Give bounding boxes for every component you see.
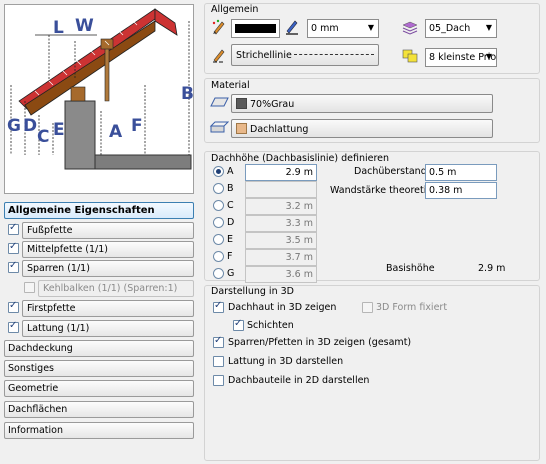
schichten-checkbox[interactable]	[233, 318, 244, 331]
form-fixiert-checkbox[interactable]	[362, 302, 373, 313]
material2-value: Dachlattung	[250, 124, 309, 135]
line-type-icon	[212, 47, 226, 66]
material-volume-icon	[209, 120, 230, 137]
height-c-field[interactable]: 3.2 m	[245, 198, 317, 215]
basishoehe-value: 2.9 m	[478, 263, 506, 274]
mittelpfette-checkbox[interactable]	[8, 241, 19, 254]
chevron-down-icon: ▼	[485, 23, 493, 32]
diagram-letter-c: C	[37, 127, 49, 147]
diagram-letter-b: B	[181, 84, 193, 104]
sonstiges-button[interactable]: Sonstiges	[4, 360, 194, 377]
wandstaerke-field[interactable]: 0.38 m	[425, 182, 497, 199]
radio-f[interactable]	[213, 251, 224, 262]
lattung-3d-label: Lattung in 3D darstellen	[228, 356, 344, 367]
height-e-field[interactable]: 3.5 m	[245, 232, 317, 249]
sparren-checkbox[interactable]	[8, 260, 19, 273]
basishoehe-label: Basishöhe	[386, 263, 435, 274]
dachbauteile-2d-checkbox[interactable]	[213, 375, 224, 386]
height-d-field[interactable]: 3.3 m	[245, 215, 317, 232]
diagram-letter-w: W	[75, 16, 94, 36]
material2-button[interactable]: Dachlattung	[231, 119, 493, 138]
ueberstand-field[interactable]: 0.5 m	[425, 164, 497, 181]
dachbauteile-2d-label: Dachbauteile in 2D darstellen	[228, 375, 370, 386]
label-g: G	[227, 268, 235, 279]
label-b: B	[227, 183, 234, 194]
schichten-label: Schichten	[247, 320, 294, 331]
label-a: A	[227, 166, 234, 177]
priority-icon	[402, 49, 418, 66]
chevron-down-icon: ▼	[485, 52, 493, 61]
material-title: Material	[211, 80, 250, 91]
radio-c[interactable]	[213, 200, 224, 211]
priority-select[interactable]: 8 kleinste Prio ▼	[425, 48, 497, 67]
height-a-field[interactable]: 2.9 m	[245, 164, 317, 181]
sparren-button[interactable]: Sparren (1/1)	[22, 260, 194, 277]
kehlbalken-button[interactable]: Kehlbalken (1/1) (Sparren:1)	[38, 280, 194, 297]
lattung-button[interactable]: Lattung (1/1)	[22, 320, 194, 337]
sparren-pfetten-checkbox[interactable]	[213, 335, 224, 348]
allgemein-title: Allgemein	[211, 4, 259, 15]
pen-color-select[interactable]	[231, 19, 280, 38]
pen-color-swatch	[235, 24, 276, 33]
radio-a[interactable]	[213, 166, 224, 177]
dachdeckung-button[interactable]: Dachdeckung	[4, 340, 194, 357]
dachflaechen-button[interactable]: Dachflächen	[4, 401, 194, 418]
material1-swatch	[236, 98, 247, 109]
pen-thickness-select[interactable]: 0 mm ▼	[307, 19, 379, 38]
fusspfette-checkbox[interactable]	[8, 222, 19, 235]
form-fixiert-label: 3D Form fixiert	[376, 302, 448, 313]
firstpfette-checkbox[interactable]	[8, 300, 19, 313]
radio-d[interactable]	[213, 217, 224, 228]
darstellung-title: Darstellung in 3D	[211, 286, 294, 297]
height-f-field[interactable]: 3.7 m	[245, 249, 317, 266]
roof-preview-diagram: L W B G D C E A F	[4, 4, 194, 194]
material2-swatch	[236, 123, 247, 134]
height-g-field[interactable]: 3.6 m	[245, 266, 317, 283]
layer-icon	[402, 21, 418, 38]
roof-section-drawing: L W B G D C E A F	[7, 8, 194, 170]
radio-g[interactable]	[213, 268, 224, 279]
radio-e[interactable]	[213, 234, 224, 245]
pen-thickness-icon	[285, 19, 299, 38]
dachhaut-checkbox[interactable]	[213, 300, 224, 313]
diagram-letter-e: E	[53, 120, 65, 140]
height-b-field[interactable]	[245, 181, 317, 198]
layer-select[interactable]: 05_Dach ▼	[425, 19, 497, 38]
material-surface-icon	[209, 96, 229, 111]
diagram-letter-l: L	[53, 18, 64, 38]
mittelpfette-button[interactable]: Mittelpfette (1/1)	[22, 241, 194, 258]
information-button[interactable]: Information	[4, 422, 194, 439]
diagram-letter-g: G	[7, 116, 21, 136]
diagram-letter-f: F	[131, 116, 143, 136]
allgemeine-eigenschaften-button[interactable]: Allgemeine Eigenschaften	[4, 202, 194, 219]
line-type-button[interactable]: Strichellinie	[231, 44, 379, 66]
label-d: D	[227, 217, 235, 228]
dachhoehe-title: Dachhöhe (Dachbasislinie) definieren	[211, 153, 390, 164]
sparren-pfetten-label: Sparren/Pfetten in 3D zeigen (gesamt)	[228, 337, 412, 348]
pen-thickness-value: 0 mm	[311, 23, 339, 34]
fusspfette-button[interactable]: Fußpfette	[22, 222, 194, 239]
radio-b[interactable]	[213, 183, 224, 194]
layer-value: 05_Dach	[429, 23, 471, 34]
lattung-3d-checkbox[interactable]	[213, 356, 224, 367]
label-c: C	[227, 200, 234, 211]
lattung-checkbox[interactable]	[8, 320, 19, 333]
label-f: F	[227, 251, 233, 262]
label-e: E	[227, 234, 234, 245]
line-type-value: Strichellinie	[236, 50, 292, 61]
pen-color-icon	[212, 19, 226, 38]
firstpfette-button[interactable]: Firstpfette	[22, 300, 194, 317]
diagram-letter-d: D	[23, 116, 37, 136]
geometrie-button[interactable]: Geometrie	[4, 380, 194, 397]
dachhaut-label: Dachhaut in 3D zeigen	[228, 302, 337, 313]
material1-value: 70%Grau	[250, 99, 295, 110]
kehlbalken-checkbox[interactable]	[24, 282, 35, 293]
material1-button[interactable]: 70%Grau	[231, 94, 493, 113]
dashed-line-preview	[294, 54, 374, 55]
diagram-letter-a: A	[109, 122, 123, 142]
chevron-down-icon: ▼	[367, 23, 375, 32]
